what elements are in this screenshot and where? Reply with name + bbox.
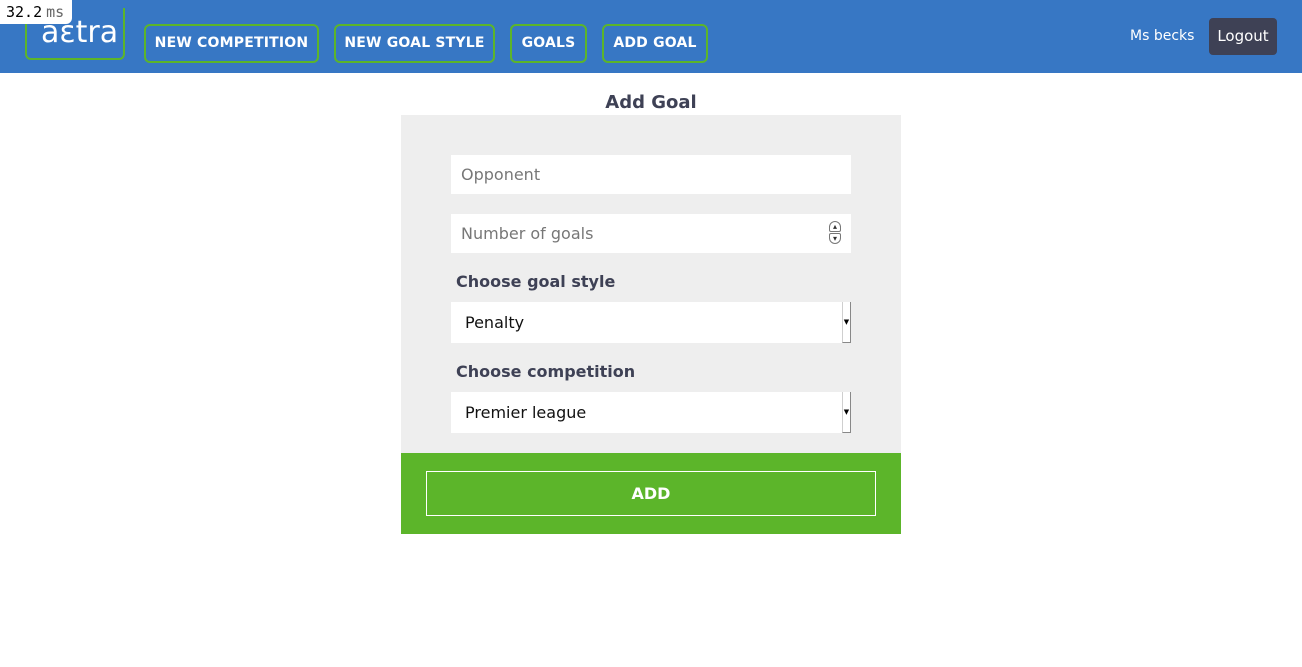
dropdown-arrow-icon: ▼ [842,302,851,343]
stepper-up-icon[interactable]: ▴ [829,221,841,232]
opponent-input[interactable]: Opponent [451,155,851,194]
add-goal-form: Opponent Number of goals ▴ ▾ Choose goal… [401,115,901,453]
goals-button[interactable]: GOALS [510,24,587,63]
dropdown-arrow-icon: ▼ [842,392,851,433]
new-competition-button[interactable]: NEW COMPETITION [144,24,319,63]
top-navbar: 32.2 ms aɛtra NEW COMPETITION NEW GOAL ST… [0,0,1302,73]
add-button[interactable]: ADD [426,471,876,516]
number-stepper[interactable]: ▴ ▾ [829,221,841,245]
submit-panel: ADD [401,453,901,534]
competition-select[interactable]: Premier league ▼ [451,392,851,433]
goal-style-selected: Penalty [465,313,525,332]
competition-label: Choose competition [456,362,636,381]
goal-style-select[interactable]: Penalty ▼ [451,302,851,343]
add-goal-nav-button[interactable]: ADD GOAL [602,24,708,63]
page-title: Add Goal [605,92,697,113]
number-of-goals-input[interactable]: Number of goals ▴ ▾ [451,214,851,253]
timing-unit: ms [46,3,65,21]
new-goal-style-button[interactable]: NEW GOAL STYLE [334,24,495,63]
stepper-down-icon[interactable]: ▾ [829,233,841,244]
number-of-goals-placeholder: Number of goals [461,224,594,243]
goal-style-label: Choose goal style [456,272,616,291]
competition-selected: Premier league [465,403,587,422]
logout-button[interactable]: Logout [1209,18,1277,55]
user-name: Ms becks [1130,28,1195,44]
timing-value: 32.2 [6,3,43,21]
render-timing-badge: 32.2 ms [0,0,73,24]
